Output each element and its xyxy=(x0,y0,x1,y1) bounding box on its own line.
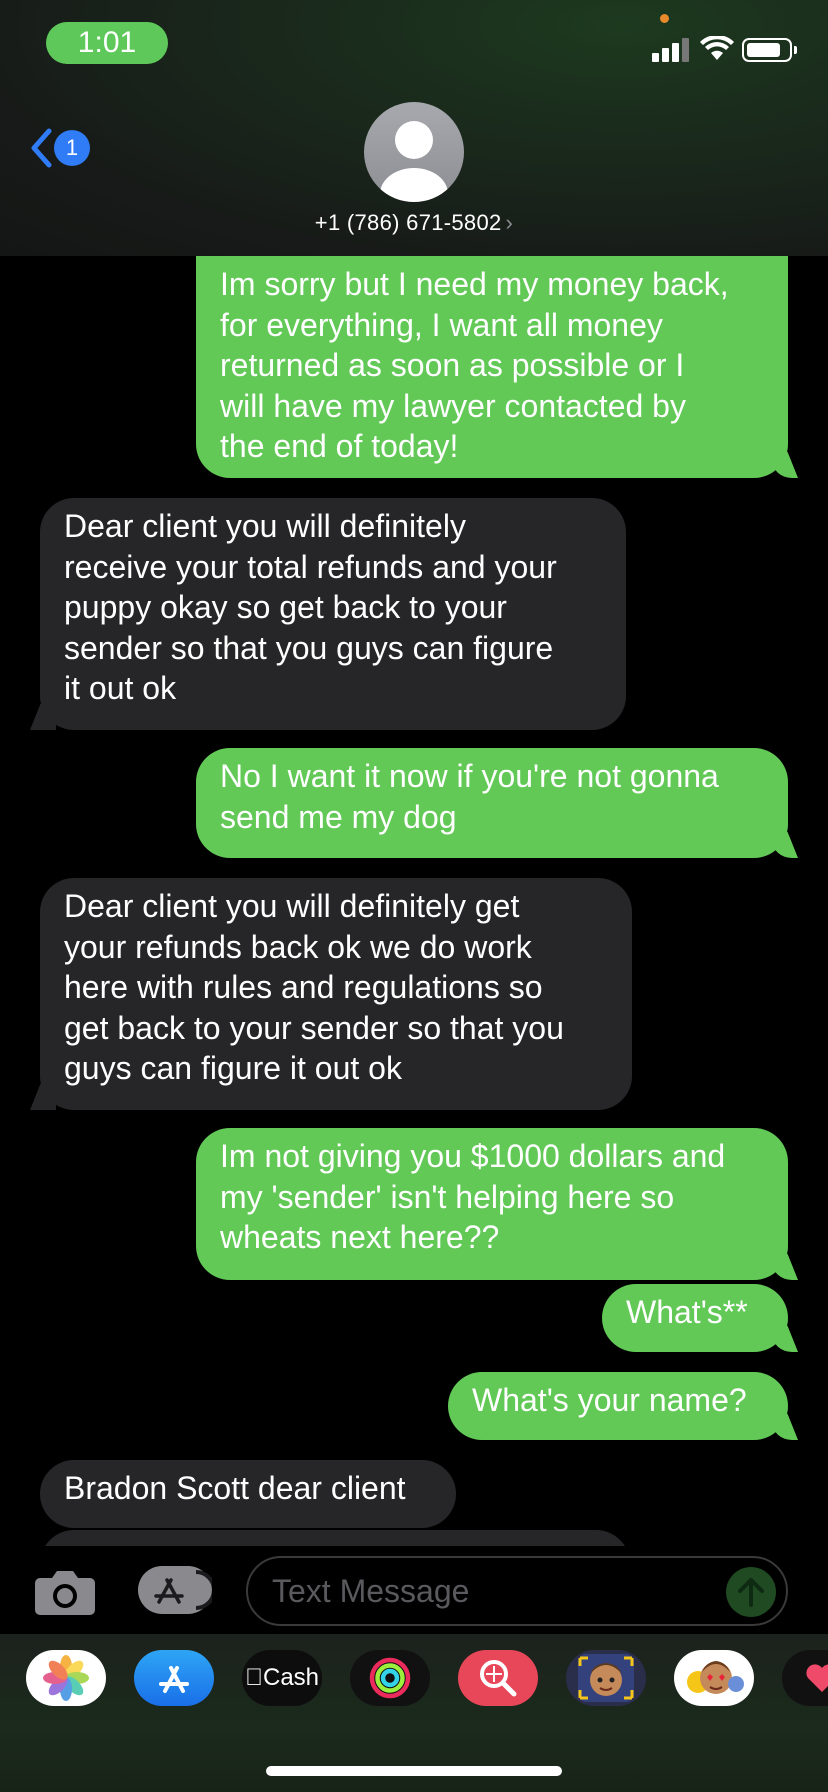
app-drawer-button[interactable] xyxy=(138,1566,216,1614)
message-bubble-sent[interactable]: What's** xyxy=(602,1284,788,1352)
compose-bar xyxy=(0,1546,828,1634)
apple-cash-icon[interactable]: Cash xyxy=(242,1650,322,1706)
message-bubble-received[interactable]: Dear client you will definitely receive … xyxy=(40,498,626,730)
contact-avatar[interactable] xyxy=(364,102,464,202)
chevron-right-icon: › xyxy=(505,210,514,235)
wifi-icon xyxy=(700,36,734,60)
message-bubble-sent[interactable]: Im not giving you $1000 dollars and my '… xyxy=(196,1128,788,1280)
message-text-field[interactable] xyxy=(246,1556,788,1626)
message-bubble-sent[interactable]: What's your name? xyxy=(448,1372,788,1440)
chevron-left-icon xyxy=(31,128,52,168)
memoji-icon[interactable] xyxy=(566,1650,646,1706)
privacy-indicator-dot xyxy=(660,14,669,23)
images-search-icon[interactable] xyxy=(458,1650,538,1706)
message-bubble-sent[interactable]: Im sorry but I need my money back, for e… xyxy=(196,256,788,478)
message-bubble-received-partial xyxy=(40,1530,630,1546)
person-icon xyxy=(380,121,448,202)
activity-icon[interactable] xyxy=(350,1650,430,1706)
app-store-icon xyxy=(154,1570,216,1610)
status-time: 1:01 xyxy=(46,22,168,64)
cellular-signal-icon xyxy=(652,38,690,62)
imessage-app-drawer: Cash xyxy=(0,1634,828,1792)
unread-count-badge: 1 xyxy=(54,130,90,166)
message-input[interactable] xyxy=(272,1566,692,1616)
digital-touch-icon[interactable] xyxy=(782,1650,828,1706)
message-list[interactable]: Im sorry but I need my money back, for e… xyxy=(0,256,828,1546)
photos-app-icon[interactable] xyxy=(26,1650,106,1706)
battery-icon xyxy=(742,38,797,62)
contact-phone-number: +1 (786) 671-5802 xyxy=(314,210,502,235)
camera-icon[interactable] xyxy=(34,1568,96,1616)
back-button[interactable]: 1 xyxy=(30,128,90,168)
apple-cash-label: Cash xyxy=(253,1664,319,1691)
conversation-header: 1:01 1 +1 (786) 671-5802 › xyxy=(0,0,828,256)
app-store-icon[interactable] xyxy=(134,1650,214,1706)
message-bubble-received[interactable]: Dear client you will definitely get your… xyxy=(40,878,632,1110)
send-button[interactable] xyxy=(726,1567,776,1617)
contact-name-button[interactable]: +1 (786) 671-5802 › xyxy=(0,210,828,236)
home-indicator[interactable] xyxy=(266,1766,562,1776)
memoji-stickers-icon[interactable] xyxy=(674,1650,754,1706)
arrow-up-icon xyxy=(738,1578,764,1607)
message-bubble-sent[interactable]: No I want it now if you're not gonna sen… xyxy=(196,748,788,858)
message-bubble-received[interactable]: Bradon Scott dear client xyxy=(40,1460,456,1528)
